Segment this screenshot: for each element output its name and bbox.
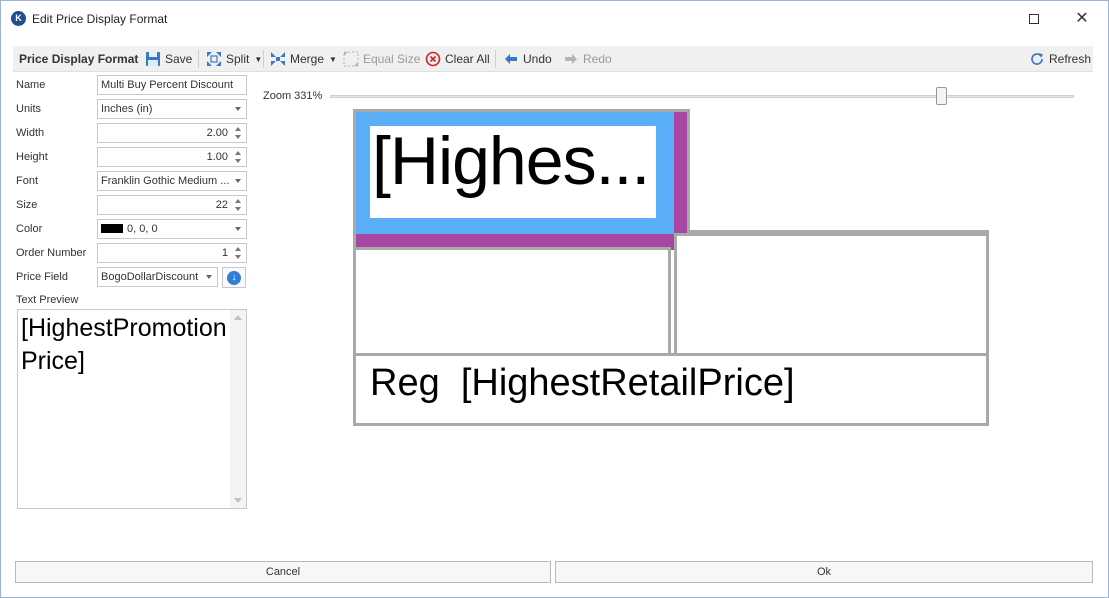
title-bar: K Edit Price Display Format ✕ <box>1 1 1108 37</box>
close-button[interactable]: ✕ <box>1062 5 1102 33</box>
price-field-select[interactable]: BogoDollarDiscount <box>97 267 218 287</box>
chevron-down-icon <box>235 227 241 231</box>
redo-label: Redo <box>583 52 612 66</box>
height-stepper[interactable]: 1.00 <box>97 147 247 167</box>
units-select[interactable]: Inches (in) <box>97 99 247 119</box>
scroll-down-icon[interactable] <box>234 498 242 503</box>
cell-top-right[interactable] <box>687 109 989 233</box>
order-number-stepper[interactable]: 1 <box>97 243 247 263</box>
clear-icon <box>425 51 441 67</box>
redo-button[interactable]: Redo <box>563 46 612 72</box>
merge-icon <box>270 51 286 67</box>
chevron-down-icon <box>206 275 212 279</box>
spin-arrows-icon[interactable] <box>235 246 242 260</box>
toolbar-title: Price Display Format <box>19 52 139 66</box>
toolbar-separator <box>495 50 496 68</box>
color-select[interactable]: 0, 0, 0 <box>97 219 247 239</box>
save-label: Save <box>165 52 193 66</box>
width-value: 2.00 <box>206 127 228 139</box>
spin-arrows-icon[interactable] <box>235 126 242 140</box>
refresh-button[interactable]: Refresh <box>1029 46 1091 72</box>
price-display-canvas[interactable]: [Highes... Reg [HighestRetailPrice] <box>353 109 989 426</box>
selected-cell-text: [Highes... <box>372 126 650 199</box>
refresh-label: Refresh <box>1049 52 1092 66</box>
cell-middle-left[interactable] <box>353 247 671 356</box>
selected-cell-text-area[interactable]: [Highes... <box>370 126 656 218</box>
download-arrow-icon: ↓ <box>227 270 241 285</box>
split-label: Split <box>226 52 250 66</box>
split-icon <box>206 51 222 67</box>
width-stepper[interactable]: 2.00 <box>97 123 247 143</box>
split-button[interactable]: Split ▼ <box>206 46 262 72</box>
color-value: 0, 0, 0 <box>127 223 158 235</box>
merge-label: Merge <box>290 52 325 66</box>
window-title: Edit Price Display Format <box>32 12 168 26</box>
maximize-button[interactable] <box>1014 5 1054 33</box>
spin-arrows-icon[interactable] <box>235 150 242 164</box>
color-label: Color <box>16 223 43 235</box>
zoom-slider-thumb[interactable] <box>936 87 947 105</box>
name-label: Name <box>16 79 46 91</box>
text-preview-box[interactable]: [HighestPromotionPrice] <box>17 309 247 509</box>
price-field-info-button[interactable]: ↓ <box>222 267 246 288</box>
chevron-down-icon <box>235 179 241 183</box>
height-label: Height <box>16 151 48 163</box>
height-value: 1.00 <box>206 151 228 163</box>
merge-dropdown-icon: ▼ <box>329 54 337 64</box>
size-label: Size <box>16 199 38 211</box>
app-logo-icon: K <box>11 11 26 26</box>
ok-button[interactable]: Ok <box>555 561 1093 583</box>
clear-all-label: Clear All <box>445 52 490 66</box>
units-value: Inches (in) <box>101 103 153 115</box>
toolbar-separator <box>263 50 264 68</box>
merge-button[interactable]: Merge ▼ <box>270 46 337 72</box>
undo-button[interactable]: Undo <box>503 46 552 72</box>
order-number-value: 1 <box>221 247 228 259</box>
color-swatch <box>101 223 123 233</box>
font-label: Font <box>16 175 39 187</box>
cancel-button[interactable]: Cancel <box>15 561 551 583</box>
split-dropdown-icon: ▼ <box>254 54 263 64</box>
text-preview-content: [HighestPromotionPrice] <box>21 314 227 375</box>
refresh-icon <box>1029 51 1045 67</box>
save-icon <box>145 51 161 67</box>
cell-middle-right[interactable] <box>674 233 989 356</box>
maximize-icon <box>1029 14 1039 24</box>
spin-arrows-icon[interactable] <box>235 198 242 212</box>
redo-icon <box>563 51 579 67</box>
equal-size-button[interactable]: Equal Size <box>343 46 420 72</box>
font-value: Franklin Gothic Medium ... <box>101 175 230 187</box>
selected-cell[interactable]: [Highes... <box>356 112 674 236</box>
zoom-slider-track[interactable] <box>330 95 1074 98</box>
text-preview-label: Text Preview <box>16 294 79 306</box>
zoom-label: Zoom 331% <box>263 90 323 102</box>
price-field-label: Price Field <box>16 271 68 283</box>
cell-bottom[interactable]: Reg [HighestRetailPrice] <box>353 353 989 426</box>
price-field-value: BogoDollarDiscount <box>101 271 199 283</box>
size-value: 22 <box>215 199 228 211</box>
equal-size-label: Equal Size <box>363 52 421 66</box>
cell-bottom-text: Reg [HighestRetailPrice] <box>370 362 795 404</box>
toolbar: Price Display Format Save Split ▼ Merge … <box>13 46 1093 72</box>
font-select[interactable]: Franklin Gothic Medium ... <box>97 171 247 191</box>
close-icon: ✕ <box>1075 10 1089 27</box>
name-field[interactable]: Multi Buy Percent Discount <box>97 75 247 95</box>
width-label: Width <box>16 127 45 139</box>
units-label: Units <box>16 103 42 115</box>
preview-scrollbar[interactable] <box>230 310 246 508</box>
undo-icon <box>503 51 519 67</box>
undo-label: Undo <box>523 52 552 66</box>
save-button[interactable]: Save <box>145 46 192 72</box>
toolbar-separator <box>198 50 199 68</box>
scroll-up-icon[interactable] <box>234 315 242 320</box>
edit-price-display-format-window: K Edit Price Display Format ✕ Price Disp… <box>0 0 1109 598</box>
equal-size-icon <box>343 51 359 67</box>
chevron-down-icon <box>235 107 241 111</box>
size-stepper[interactable]: 22 <box>97 195 247 215</box>
order-number-label: Order Number <box>16 247 87 259</box>
clear-all-button[interactable]: Clear All <box>425 46 490 72</box>
